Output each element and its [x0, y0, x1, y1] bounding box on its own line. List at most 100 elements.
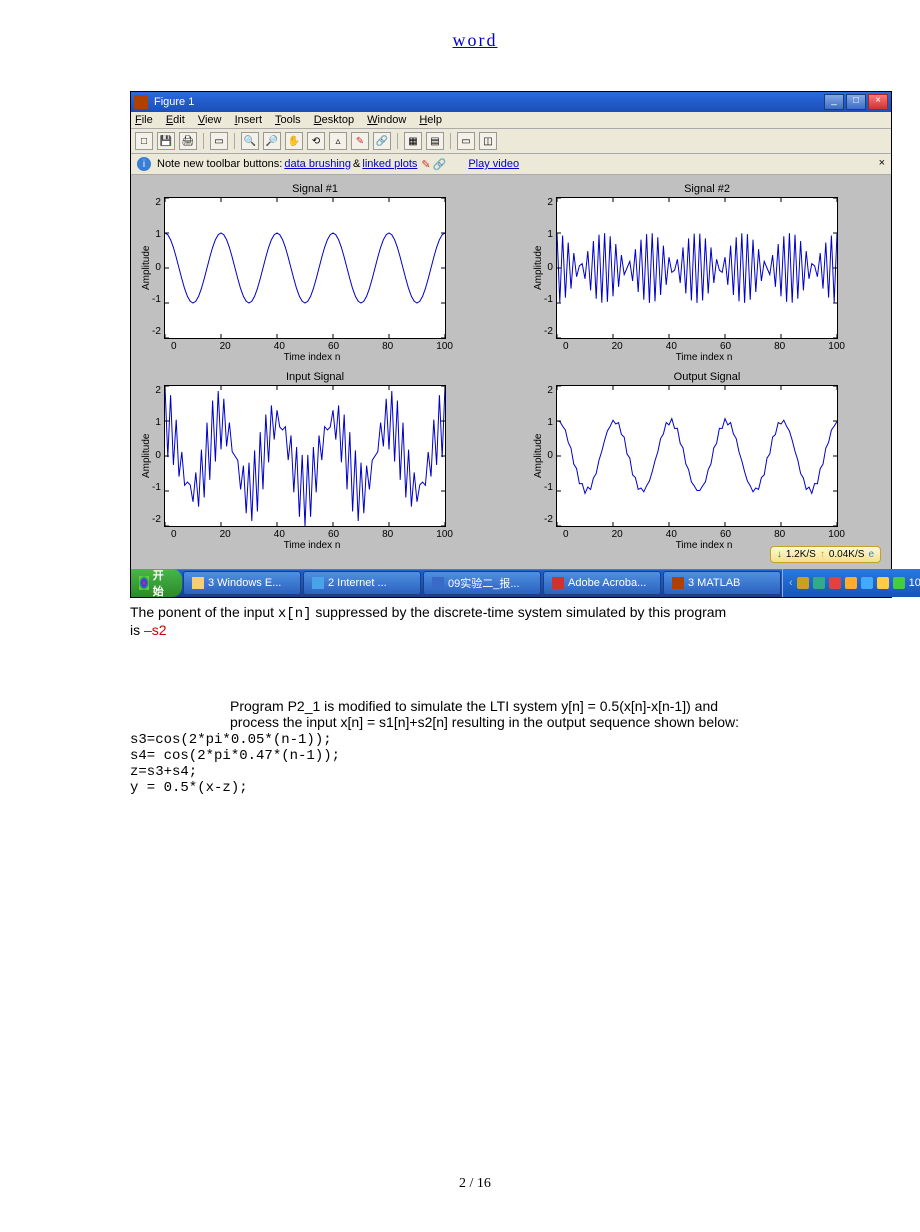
pan-icon[interactable]: ✋	[285, 132, 303, 150]
taskbar-item-word[interactable]: 09实验二_报...	[423, 571, 541, 595]
link-icon[interactable]: 🔗	[373, 132, 391, 150]
toolbar-separator	[397, 133, 398, 149]
network-badge: ↓ 1.2K/S ↑ 0.04K/S e	[770, 546, 881, 563]
window-titlebar: Figure 1 _ □ ×	[131, 92, 891, 112]
menu-desktop[interactable]: Desktop	[314, 114, 354, 126]
ylabel: Amplitude	[139, 385, 152, 527]
menu-window[interactable]: Window	[367, 114, 406, 126]
tray-icon[interactable]	[845, 577, 857, 589]
save-icon[interactable]: 💾	[157, 132, 175, 150]
taskbar-item-matlab[interactable]: 3 MATLAB	[663, 571, 781, 595]
subplot-output-signal: Output Signal Amplitude 2 1 0 -1 -2	[531, 371, 883, 551]
zoom-out-icon[interactable]: 🔎	[263, 132, 281, 150]
folder-icon	[192, 577, 204, 589]
yticks: 2 1 0 -1 -2	[544, 385, 556, 525]
tray-icon[interactable]	[877, 577, 889, 589]
up-arrow-icon: ↑	[820, 549, 825, 560]
infobar-close-icon[interactable]: ×	[879, 157, 885, 169]
xticks: 0 20 40 60 80 100	[171, 529, 453, 540]
matlab-icon	[134, 95, 148, 109]
maximize-button[interactable]: □	[846, 94, 866, 110]
code-block: s3=cos(2*pi*0.05*(n-1)); s4= cos(2*pi*0.…	[130, 732, 820, 796]
toolbar-separator	[450, 133, 451, 149]
plots-area: Signal #1 Amplitude 2 1 0 -1 -2 0	[131, 175, 891, 569]
system-tray: ‹ 10:30	[782, 569, 920, 597]
minimize-button[interactable]: _	[824, 94, 844, 110]
subplot-title: Signal #1	[139, 183, 491, 195]
subplot-input-signal: Input Signal Amplitude 2 1 0 -1 -2	[139, 371, 491, 551]
ie-icon	[312, 577, 324, 589]
down-rate: 1.2K/S	[786, 549, 816, 560]
tray-icon[interactable]	[893, 577, 905, 589]
info-bar: i Note new toolbar buttons: data brushin…	[131, 154, 891, 175]
brush-icon[interactable]: ✎	[351, 132, 369, 150]
play-video-link[interactable]: Play video	[468, 158, 519, 170]
menu-edit[interactable]: Edit	[166, 114, 185, 126]
tray-icon[interactable]	[797, 577, 809, 589]
page-header-link[interactable]: word	[130, 30, 820, 51]
yticks: 2 1 0 -1 -2	[152, 197, 164, 337]
zoom-in-icon[interactable]: 🔍	[241, 132, 259, 150]
tray-icon[interactable]	[813, 577, 825, 589]
tray-icon[interactable]	[829, 577, 841, 589]
matlab-figure-window: Figure 1 _ □ × File Edit View Insert Too…	[130, 91, 892, 598]
taskbar-item-ie[interactable]: 2 Internet ...	[303, 571, 421, 595]
windows-flag-icon	[139, 576, 149, 590]
menu-bar: File Edit View Insert Tools Desktop Wind…	[131, 112, 891, 129]
print-icon[interactable]: 🖨	[179, 132, 197, 150]
xlabel: Time index n	[171, 540, 453, 551]
tray-chevron-icon[interactable]: ‹	[789, 577, 793, 589]
tray-icon[interactable]	[861, 577, 873, 589]
data-brushing-link[interactable]: data brushing	[284, 158, 351, 170]
answer-s2: –s2	[144, 622, 167, 638]
window-title: Figure 1	[154, 96, 824, 108]
yticks: 2 1 0 -1 -2	[544, 197, 556, 337]
body-paragraph-2: Program P2_1 is modified to simulate the…	[130, 698, 820, 796]
menu-tools[interactable]: Tools	[275, 114, 301, 126]
pointer-icon[interactable]: ▭	[210, 132, 228, 150]
xticks: 0 20 40 60 80 100	[171, 341, 453, 352]
header-link-text[interactable]: word	[453, 30, 498, 50]
body-paragraph-1: The ponent of the input x[n] suppressed …	[130, 604, 820, 638]
menu-insert[interactable]: Insert	[235, 114, 263, 126]
close-button[interactable]: ×	[868, 94, 888, 110]
axes	[164, 385, 446, 527]
clock: 10:30	[909, 577, 920, 589]
ylabel: Amplitude	[531, 385, 544, 527]
datatip-icon[interactable]: ▵	[329, 132, 347, 150]
info-amp: &	[353, 158, 360, 170]
legend-icon[interactable]: ▤	[426, 132, 444, 150]
xticks: 0 20 40 60 80 100	[563, 529, 845, 540]
taskbar-item-acrobat[interactable]: Adobe Acroba...	[543, 571, 661, 595]
hide-tools-icon[interactable]: ▭	[457, 132, 475, 150]
info-icon: i	[137, 157, 151, 171]
xticks: 0 20 40 60 80 100	[563, 341, 845, 352]
word-icon	[432, 577, 444, 589]
subplot-signal-1: Signal #1 Amplitude 2 1 0 -1 -2 0	[139, 183, 491, 363]
down-arrow-icon: ↓	[777, 549, 782, 560]
show-tools-icon[interactable]: ◫	[479, 132, 497, 150]
axes	[556, 197, 838, 339]
rotate-icon[interactable]: ⟲	[307, 132, 325, 150]
start-button[interactable]: 开始	[131, 569, 182, 597]
new-figure-icon[interactable]: □	[135, 132, 153, 150]
info-text-prefix: Note new toolbar buttons:	[157, 158, 282, 170]
toolbar-separator	[234, 133, 235, 149]
axes	[556, 385, 838, 527]
menu-help[interactable]: Help	[419, 114, 442, 126]
colorbar-icon[interactable]: ▦	[404, 132, 422, 150]
page-number: 2 / 16	[130, 1176, 820, 1192]
menu-file[interactable]: File	[135, 114, 153, 126]
brush-mini-icon: ✎	[421, 158, 430, 171]
toolbar-separator	[203, 133, 204, 149]
axes	[164, 197, 446, 339]
start-label: 开始	[153, 567, 168, 599]
linked-plots-link[interactable]: linked plots	[362, 158, 417, 170]
subplot-title: Output Signal	[531, 371, 883, 383]
windows-taskbar: 开始 3 Windows E... 2 Internet ... 09实验二_报…	[131, 569, 891, 597]
yticks: 2 1 0 -1 -2	[152, 385, 164, 525]
subplot-title: Signal #2	[531, 183, 883, 195]
taskbar-item-explorer[interactable]: 3 Windows E...	[183, 571, 301, 595]
subplot-signal-2: Signal #2 Amplitude 2 1 0 -1 -2 0	[531, 183, 883, 363]
menu-view[interactable]: View	[198, 114, 222, 126]
